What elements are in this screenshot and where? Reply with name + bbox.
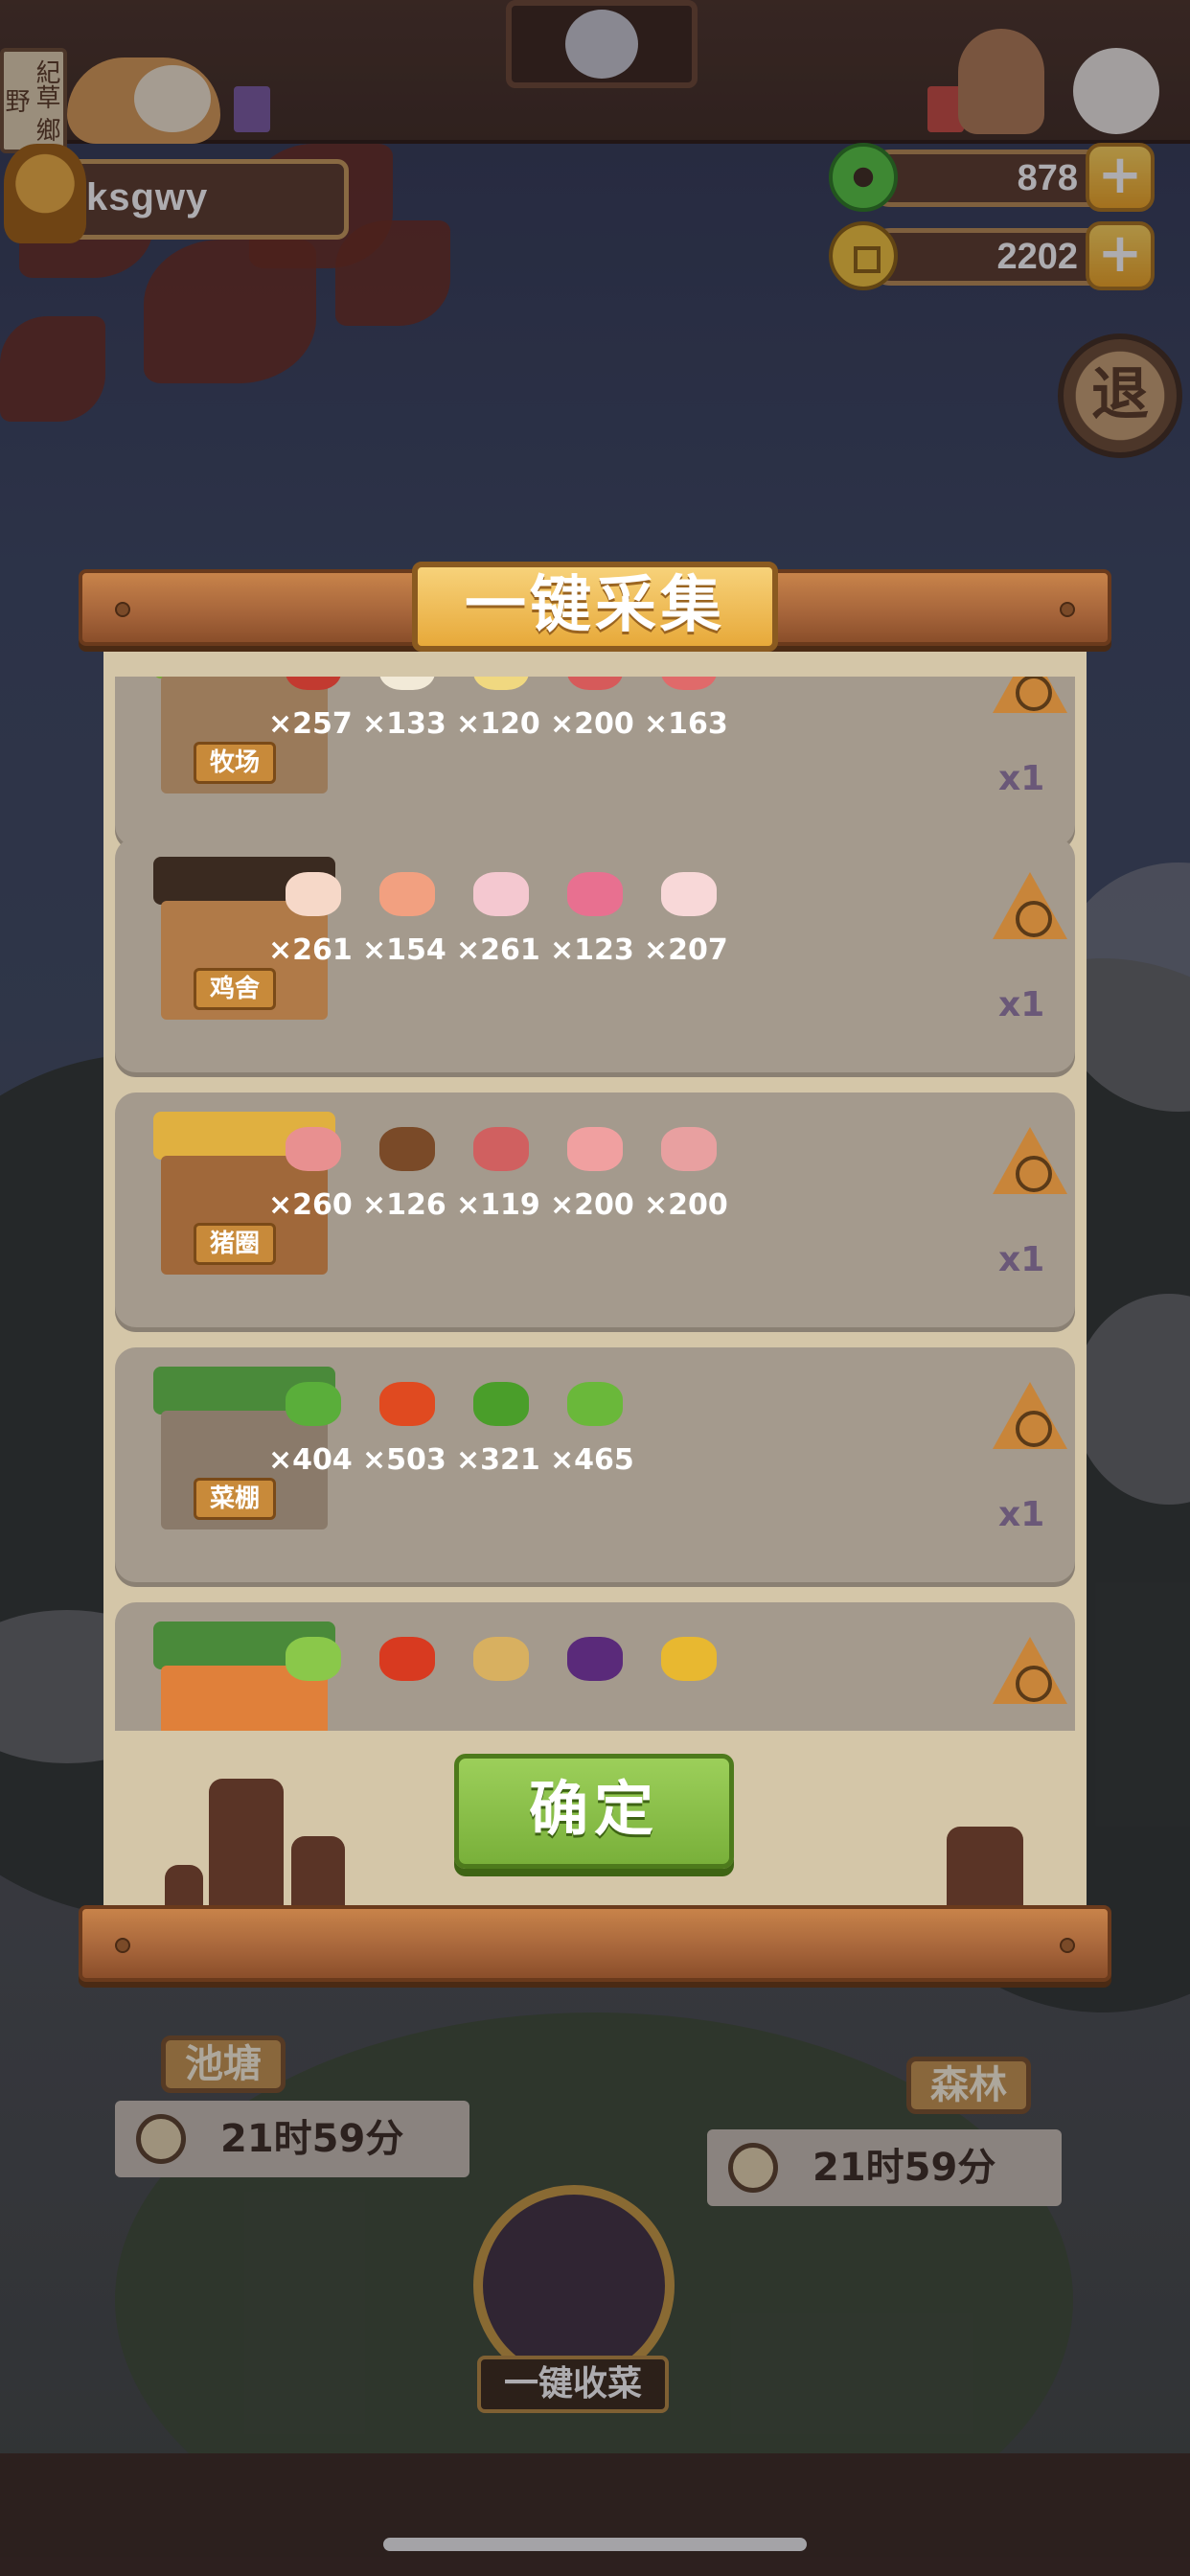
whole-chicken-icon [473, 872, 529, 916]
resource-count: ×163 [644, 707, 728, 741]
resource-count: ×261 [268, 933, 353, 967]
collect-list[interactable]: 牧场 ×257 ×133 ×120 ×200 ×163 x1 鸡舍 ×261 ×154 ×261 ×1… [103, 677, 1087, 1731]
nail-icon [1060, 1938, 1075, 1953]
collect-tool-icon[interactable] [993, 872, 1067, 939]
bok-choy-icon [286, 1382, 341, 1426]
cucumber-icon [567, 1382, 623, 1426]
nail-icon [1060, 602, 1075, 617]
resource-item: ×503 [362, 1382, 448, 1487]
resource-item: ×133 [362, 677, 448, 751]
chili-icon [379, 1637, 435, 1681]
resource-count: ×257 [268, 707, 353, 741]
multiplier-label: x1 [998, 1240, 1045, 1279]
resource-count: ×503 [362, 1443, 446, 1477]
nail-icon [115, 1938, 130, 1953]
resource-item [644, 1637, 730, 1731]
multiplier-label: x1 [998, 759, 1045, 798]
resource-item: ×200 [550, 677, 636, 751]
confirm-button[interactable]: 确定 [454, 1754, 734, 1869]
resource-count: ×200 [550, 1188, 634, 1222]
resource-count: ×200 [550, 707, 634, 741]
eggplant-icon [567, 1637, 623, 1681]
resource-item: ×257 [268, 677, 355, 751]
collect-card: 菜棚 ×404 ×503 ×321 ×465 x1 [115, 1347, 1075, 1587]
resource-item: ×321 [456, 1382, 542, 1487]
tomato-icon [379, 1382, 435, 1426]
resource-count: ×321 [456, 1443, 540, 1477]
resource-item: ×260 [268, 1127, 355, 1232]
mutton-icon [567, 677, 623, 690]
milk-bottle-icon [379, 677, 435, 690]
resource-count: ×120 [456, 707, 540, 741]
collect-tool-icon[interactable] [993, 1637, 1067, 1704]
resource-item: ×207 [644, 872, 730, 978]
beef-slice-icon [661, 677, 717, 690]
building-label: 猪圈 [194, 1223, 276, 1265]
chicken-breast-icon [379, 872, 435, 916]
resource-item [456, 1637, 542, 1731]
collect-card: 猪圈 ×260 ×126 ×119 ×200 ×200 x1 [115, 1092, 1075, 1332]
collect-card: 鸡舍 ×261 ×154 ×261 ×123 ×207 x1 [115, 838, 1075, 1077]
leek-icon [286, 1637, 341, 1681]
egg-icon [286, 872, 341, 916]
resource-count: ×126 [362, 1188, 446, 1222]
collect-card [115, 1602, 1075, 1731]
resource-item: ×465 [550, 1382, 636, 1487]
collect-tool-icon[interactable] [993, 1382, 1067, 1449]
resource-item: ×154 [362, 872, 448, 978]
resource-count: ×465 [550, 1443, 634, 1477]
modal-title: 一键采集 [412, 562, 778, 652]
ham-icon [661, 1127, 717, 1171]
resource-item [550, 1637, 636, 1731]
lard-bowl-icon [379, 1127, 435, 1171]
bottom-wood-plank [79, 1905, 1111, 1982]
nail-icon [115, 602, 130, 617]
resource-item: ×404 [268, 1382, 355, 1487]
pork-chop-icon [473, 1127, 529, 1171]
multiplier-label: x1 [998, 1495, 1045, 1534]
resource-item: ×119 [456, 1127, 542, 1232]
collect-card: 牧场 ×257 ×133 ×120 ×200 ×163 x1 [115, 677, 1075, 851]
resource-item: ×123 [550, 872, 636, 978]
resource-count: ×200 [644, 1188, 728, 1222]
multiplier-label: x1 [998, 985, 1045, 1024]
bacon-icon [286, 1127, 341, 1171]
resource-item: ×163 [644, 677, 730, 751]
resource-item [362, 1637, 448, 1731]
resource-count: ×404 [268, 1443, 353, 1477]
collect-tool-icon[interactable] [993, 1127, 1067, 1194]
resource-count: ×154 [362, 933, 446, 967]
building-label: 鸡舍 [194, 968, 276, 1010]
resource-count: ×207 [644, 933, 728, 967]
building-label: 牧场 [194, 742, 276, 784]
pork-belly-icon [567, 1127, 623, 1171]
resource-item: ×126 [362, 1127, 448, 1232]
resource-count: ×133 [362, 707, 446, 741]
red-meat-icon [286, 677, 341, 690]
chicken-wing-icon [567, 872, 623, 916]
resource-count: ×261 [456, 933, 540, 967]
resource-item [268, 1637, 355, 1731]
resource-item: ×200 [644, 1127, 730, 1232]
resource-count: ×119 [456, 1188, 540, 1222]
resource-item: ×261 [456, 872, 542, 978]
cheese-plate-icon [473, 677, 529, 690]
resource-item: ×261 [268, 872, 355, 978]
resource-count: ×260 [268, 1188, 353, 1222]
collect-tool-icon[interactable] [993, 677, 1067, 713]
resource-item: ×200 [550, 1127, 636, 1232]
potato-icon [473, 1637, 529, 1681]
green-pepper-icon [473, 1382, 529, 1426]
drumstick-icon [661, 872, 717, 916]
resource-item: ×120 [456, 677, 542, 751]
building-label: 菜棚 [194, 1478, 276, 1520]
pineapple-icon [661, 1637, 717, 1681]
resource-count: ×123 [550, 933, 634, 967]
